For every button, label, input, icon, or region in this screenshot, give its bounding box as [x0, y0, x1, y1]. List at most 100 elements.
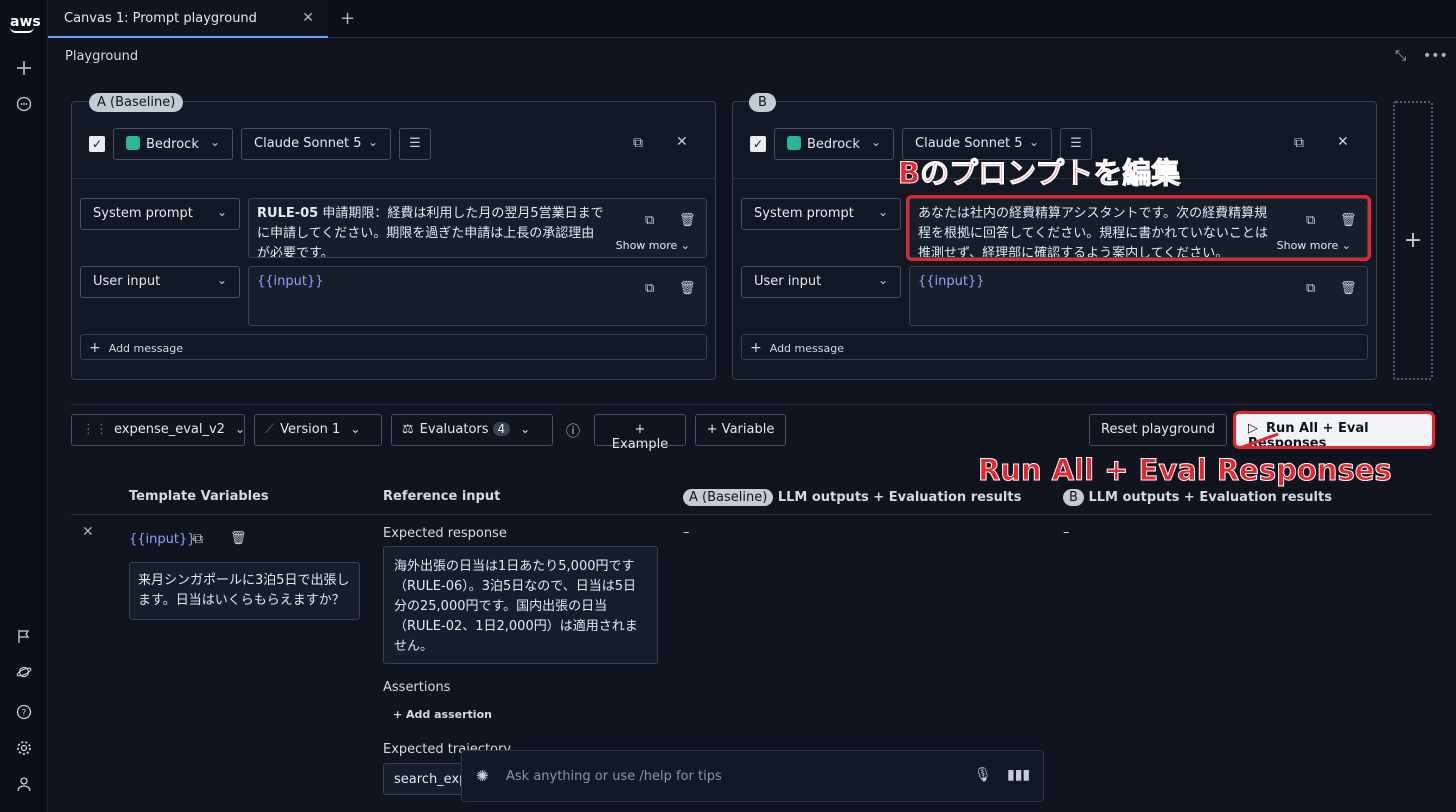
enable-checkbox[interactable]: ✓ [89, 136, 105, 152]
planet-icon[interactable] [14, 662, 34, 682]
aws-logo[interactable]: aws [10, 14, 41, 33]
enable-checkbox[interactable]: ✓ [750, 136, 766, 152]
copy-icon[interactable]: ⧉ [645, 211, 654, 231]
page-title: Playground [65, 49, 139, 64]
svg-text:?: ? [22, 709, 27, 719]
role-select-user[interactable]: User input ⌄ [741, 266, 901, 298]
chevron-down-icon: ⌄ [870, 135, 881, 149]
chevron-down-icon: ⌄ [216, 273, 227, 287]
system-prompt-editor[interactable]: RULE-05 申請期限：経費は利用した月の翌月5営業日までに申請してください。… [248, 198, 707, 258]
chevron-down-icon: ⌄ [1028, 135, 1039, 149]
close-icon[interactable]: ✕ [676, 134, 688, 150]
expected-response-label: Expected response [383, 526, 507, 541]
annotation-edit-b: Bのプロンプトを編集 [897, 156, 1181, 191]
input-variable: {{input}} [918, 274, 985, 289]
add-variant-button[interactable]: + [1393, 101, 1433, 380]
chevron-down-icon: ⌄ [209, 135, 220, 149]
close-icon[interactable]: ✕ [302, 10, 314, 26]
expected-response-input[interactable]: 海外出張の日当は1日あたり5,000円です（RULE-06）。3泊5日なので、日… [383, 546, 658, 664]
add-message-button[interactable]: + Add message [80, 334, 707, 360]
copy-icon[interactable]: ⧉ [645, 279, 654, 299]
settings-sliders-button[interactable]: ☰ [399, 128, 431, 160]
version-select[interactable]: ⟋ Version 1 ⌄ [254, 414, 382, 446]
b-output-value: – [1063, 525, 1070, 540]
chevron-down-icon: ⌄ [520, 422, 531, 436]
waveform-icon[interactable]: ▮▮▮ [1007, 767, 1030, 783]
assistant-icon: ✺ [476, 767, 489, 785]
trash-icon[interactable]: 🗑 [679, 279, 696, 299]
tab-canvas-1[interactable]: Canvas 1: Prompt playground ✕ [48, 0, 328, 38]
info-icon[interactable]: ⓘ [566, 421, 580, 441]
collapse-icon[interactable]: ⤡ [1395, 48, 1406, 64]
assistant-chat-bar[interactable]: ✺ Ask anything or use /help for tips 🎙 ▮… [461, 750, 1044, 802]
copy-icon[interactable]: ⧉ [193, 531, 203, 547]
model-select[interactable]: Claude Sonnet 5 ⌄ [241, 128, 391, 160]
annotation-run-all: Run All + Eval Responses [978, 453, 1393, 488]
microphone-icon[interactable]: 🎙 [974, 767, 992, 783]
add-message-label: Add message [108, 342, 183, 355]
new-icon[interactable] [14, 58, 34, 78]
plus-icon: + [750, 340, 762, 356]
show-more-label: Show more [615, 239, 678, 252]
add-variable-button[interactable]: + Variable [695, 414, 786, 446]
chevron-down-icon: ⌄ [367, 135, 378, 149]
col-badge: B [1063, 489, 1084, 506]
show-more-button[interactable]: Show more ⌄ [609, 236, 690, 256]
panel-badge: B [749, 93, 776, 112]
user-input-editor[interactable]: {{input}} ⧉ 🗑 [909, 266, 1368, 326]
evaluator-count-badge: 4 [492, 422, 511, 436]
input-variable: {{input}} [257, 274, 324, 289]
model-label: Claude Sonnet 5 [254, 136, 362, 151]
trash-icon[interactable]: 🗑 [1340, 279, 1357, 299]
close-icon[interactable]: ✕ [1337, 134, 1349, 150]
role-select-system[interactable]: System prompt ⌄ [741, 198, 901, 230]
copy-icon[interactable]: ⧉ [1306, 211, 1315, 231]
prompt-panel-a: A (Baseline) ✓ Bedrock ⌄ Claude Sonnet 5… [71, 93, 716, 380]
system-prompt-editor[interactable]: あなたは社内の経費精算アシスタントです。次の経費精算規程を根拠に回答してください… [906, 195, 1371, 261]
add-assertion-button[interactable]: + Add assertion [393, 708, 492, 721]
user-icon[interactable] [14, 774, 34, 794]
col-label: LLM outputs + Evaluation results [1083, 490, 1332, 505]
play-icon: ▷ [1248, 421, 1258, 436]
variable-value-input[interactable]: 来月シンガポールに3泊5日で出張します。日当はいくらもらえますか？ [129, 562, 360, 620]
system-prompt-text: RULE-05 申請期限：経費は利用した月の翌月5営業日までに申請してください。… [257, 204, 607, 257]
chevron-down-icon: ⌄ [877, 273, 888, 287]
prompt-panel-b: B ✓ Bedrock ⌄ Claude Sonnet 5 ⌄ ☰ ⧉ ✕ Sy… [732, 93, 1377, 380]
role-select-system[interactable]: System prompt ⌄ [80, 198, 240, 230]
more-icon[interactable]: ••• [1423, 48, 1448, 64]
left-rail: aws ? [0, 0, 48, 812]
add-message-button[interactable]: + Add message [741, 334, 1368, 360]
evaluators-select[interactable]: ⚖ Evaluators 4 ⌄ [391, 414, 553, 446]
settings-icon[interactable] [14, 738, 34, 758]
provider-select[interactable]: Bedrock ⌄ [774, 128, 894, 160]
show-more-button[interactable]: Show more ⌄ [1270, 236, 1351, 256]
rule-id: RULE-05 [257, 206, 319, 221]
tab-bar: Canvas 1: Prompt playground ✕ + [48, 0, 1456, 38]
show-more-label: Show more [1276, 239, 1339, 252]
evaluators-label: Evaluators [419, 422, 489, 437]
duplicate-icon[interactable]: ⧉ [633, 135, 643, 151]
help-icon[interactable]: ? [14, 702, 34, 722]
add-tab-icon[interactable]: + [340, 8, 355, 29]
duplicate-icon[interactable]: ⧉ [1294, 135, 1304, 151]
system-prompt-text: あなたは社内の経費精算アシスタントです。次の経費精算規程を根拠に回答してください… [918, 206, 1268, 258]
scale-icon: ⚖ [402, 422, 414, 437]
col-template-variables: Template Variables [129, 489, 269, 504]
dataset-label: expense_eval_v2 [114, 422, 225, 437]
delete-row-icon[interactable]: ✕ [82, 524, 94, 540]
chat-icon[interactable] [14, 94, 34, 114]
user-input-editor[interactable]: {{input}} ⧉ 🗑 [248, 266, 707, 326]
flag-icon[interactable] [14, 626, 34, 646]
add-example-button[interactable]: + Example [594, 414, 686, 452]
provider-label: Bedrock [807, 137, 860, 152]
panel-badge: A (Baseline) [89, 93, 184, 112]
copy-icon[interactable]: ⧉ [1306, 279, 1315, 299]
role-select-user[interactable]: User input ⌄ [80, 266, 240, 298]
trash-icon[interactable]: 🗑 [230, 531, 247, 546]
chat-placeholder: Ask anything or use /help for tips [506, 769, 722, 784]
reset-playground-button[interactable]: Reset playground [1089, 414, 1227, 446]
trash-icon[interactable]: 🗑 [679, 211, 696, 231]
provider-select[interactable]: Bedrock ⌄ [113, 128, 233, 160]
trash-icon[interactable]: 🗑 [1340, 211, 1357, 231]
dataset-select[interactable]: ⋮⋮ expense_eval_v2 ⌄ [71, 414, 245, 446]
